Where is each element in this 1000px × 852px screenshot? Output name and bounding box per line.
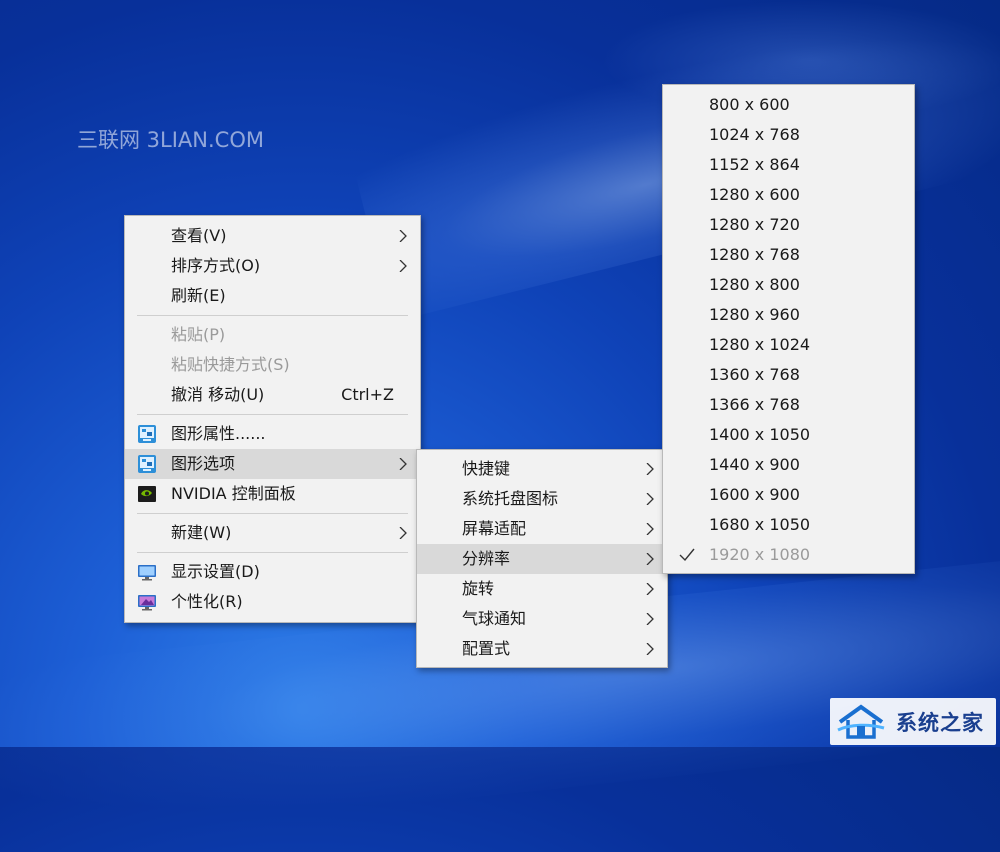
resolution-label: 1280 x 960 (709, 305, 800, 324)
chevron-right-icon (399, 260, 407, 272)
menu-item-label: 图形属性...... (171, 424, 266, 443)
resolution-label: 1280 x 720 (709, 215, 800, 234)
site-badge-text: 系统之家 (896, 711, 984, 735)
resolution-submenu: 800 x 600 1024 x 768 1152 x 864 1280 x 6… (662, 84, 915, 574)
resolution-option[interactable]: 1152 x 864 (663, 150, 914, 180)
resolution-option[interactable]: 1280 x 768 (663, 240, 914, 270)
menu-item-label: 新建(W) (171, 523, 232, 542)
submenu-item-screen-fit[interactable]: 屏幕适配 (417, 514, 667, 544)
checkmark-icon (679, 548, 695, 562)
resolution-option[interactable]: 1024 x 768 (663, 120, 914, 150)
resolution-option[interactable]: 1600 x 900 (663, 480, 914, 510)
resolution-label: 1360 x 768 (709, 365, 800, 384)
menu-item-graphics-properties[interactable]: 图形属性...... (125, 419, 420, 449)
chevron-right-icon (646, 523, 654, 535)
menu-item-new[interactable]: 新建(W) (125, 518, 420, 548)
menu-item-view[interactable]: 查看(V) (125, 221, 420, 251)
menu-separator (137, 513, 408, 514)
menu-item-label: 撤消 移动(U) (171, 385, 265, 404)
resolution-label: 1920 x 1080 (709, 545, 811, 564)
resolution-label: 1366 x 768 (709, 395, 800, 414)
menu-item-label: 排序方式(O) (171, 256, 261, 275)
submenu-item-hotkeys[interactable]: 快捷键 (417, 454, 667, 484)
watermark-text: 三联网 3LIAN.COM (77, 128, 264, 152)
menu-separator (137, 315, 408, 316)
menu-item-label: 气球通知 (462, 609, 527, 628)
menu-item-undo-move[interactable]: 撤消 移动(U) Ctrl+Z (125, 380, 420, 410)
resolution-label: 1152 x 864 (709, 155, 800, 174)
chevron-right-icon (646, 463, 654, 475)
menu-item-paste-shortcut: 粘贴快捷方式(S) (125, 350, 420, 380)
menu-item-label: 系统托盘图标 (462, 489, 559, 508)
monitor-icon (138, 565, 156, 581)
chevron-right-icon (646, 643, 654, 655)
resolution-label: 800 x 600 (709, 95, 790, 114)
menu-item-sort[interactable]: 排序方式(O) (125, 251, 420, 281)
menu-item-label: 刷新(E) (171, 286, 226, 305)
resolution-option[interactable]: 1280 x 1024 (663, 330, 914, 360)
menu-item-label: 粘贴快捷方式(S) (171, 355, 290, 374)
resolution-option[interactable]: 1440 x 900 (663, 450, 914, 480)
menu-item-label: 屏幕适配 (462, 519, 527, 538)
desktop-context-menu: 查看(V) 排序方式(O) 刷新(E) 粘贴(P) 粘贴快捷方式(S) 撤消 移… (124, 215, 421, 623)
intel-graphics-icon (138, 455, 156, 473)
menu-item-graphics-options[interactable]: 图形选项 (125, 449, 420, 479)
submenu-item-tray-icon[interactable]: 系统托盘图标 (417, 484, 667, 514)
graphics-options-submenu: 快捷键 系统托盘图标 屏幕适配 分辨率 旋转 气球通知 配置式 (416, 449, 668, 668)
intel-graphics-icon (138, 425, 156, 443)
resolution-option-current[interactable]: 1920 x 1080 (663, 540, 914, 570)
resolution-option[interactable]: 1366 x 768 (663, 390, 914, 420)
resolution-option[interactable]: 1280 x 600 (663, 180, 914, 210)
keyboard-shortcut: Ctrl+Z (341, 385, 394, 404)
resolution-label: 1600 x 900 (709, 485, 800, 504)
menu-item-label: 粘贴(P) (171, 325, 226, 344)
submenu-item-rotation[interactable]: 旋转 (417, 574, 667, 604)
submenu-item-resolution[interactable]: 分辨率 (417, 544, 667, 574)
house-logo-icon (837, 704, 885, 739)
menu-item-label: 旋转 (462, 579, 495, 598)
menu-item-display-settings[interactable]: 显示设置(D) (125, 557, 420, 587)
menu-item-label: 图形选项 (171, 454, 236, 473)
menu-item-label: 查看(V) (171, 226, 227, 245)
resolution-label: 1440 x 900 (709, 455, 800, 474)
resolution-label: 1400 x 1050 (709, 425, 811, 444)
chevron-right-icon (646, 583, 654, 595)
site-badge: 系统之家 (830, 698, 996, 745)
chevron-right-icon (399, 458, 407, 470)
menu-item-personalize[interactable]: 个性化(R) (125, 587, 420, 617)
resolution-option[interactable]: 1280 x 960 (663, 300, 914, 330)
menu-item-label: NVIDIA 控制面板 (171, 484, 296, 503)
menu-item-label: 显示设置(D) (171, 562, 260, 581)
resolution-option[interactable]: 800 x 600 (663, 90, 914, 120)
menu-separator (137, 414, 408, 415)
resolution-label: 1680 x 1050 (709, 515, 811, 534)
menu-item-label: 快捷键 (462, 459, 511, 478)
chevron-right-icon (399, 230, 407, 242)
chevron-right-icon (646, 613, 654, 625)
menu-item-label: 分辨率 (462, 549, 511, 568)
resolution-option[interactable]: 1280 x 800 (663, 270, 914, 300)
resolution-option[interactable]: 1360 x 768 (663, 360, 914, 390)
menu-item-label: 个性化(R) (171, 592, 243, 611)
menu-item-paste: 粘贴(P) (125, 320, 420, 350)
resolution-option[interactable]: 1400 x 1050 (663, 420, 914, 450)
menu-item-refresh[interactable]: 刷新(E) (125, 281, 420, 311)
nvidia-icon (138, 486, 156, 502)
menu-item-label: 配置式 (462, 639, 511, 658)
personalize-icon (138, 595, 156, 611)
resolution-option[interactable]: 1280 x 720 (663, 210, 914, 240)
menu-separator (137, 552, 408, 553)
resolution-label: 1280 x 1024 (709, 335, 811, 354)
menu-item-nvidia-panel[interactable]: NVIDIA 控制面板 (125, 479, 420, 509)
resolution-option[interactable]: 1680 x 1050 (663, 510, 914, 540)
submenu-item-profiles[interactable]: 配置式 (417, 634, 667, 664)
submenu-item-balloon-notifications[interactable]: 气球通知 (417, 604, 667, 634)
resolution-label: 1280 x 768 (709, 245, 800, 264)
chevron-right-icon (646, 553, 654, 565)
resolution-label: 1024 x 768 (709, 125, 800, 144)
resolution-label: 1280 x 600 (709, 185, 800, 204)
chevron-right-icon (399, 527, 407, 539)
resolution-label: 1280 x 800 (709, 275, 800, 294)
chevron-right-icon (646, 493, 654, 505)
